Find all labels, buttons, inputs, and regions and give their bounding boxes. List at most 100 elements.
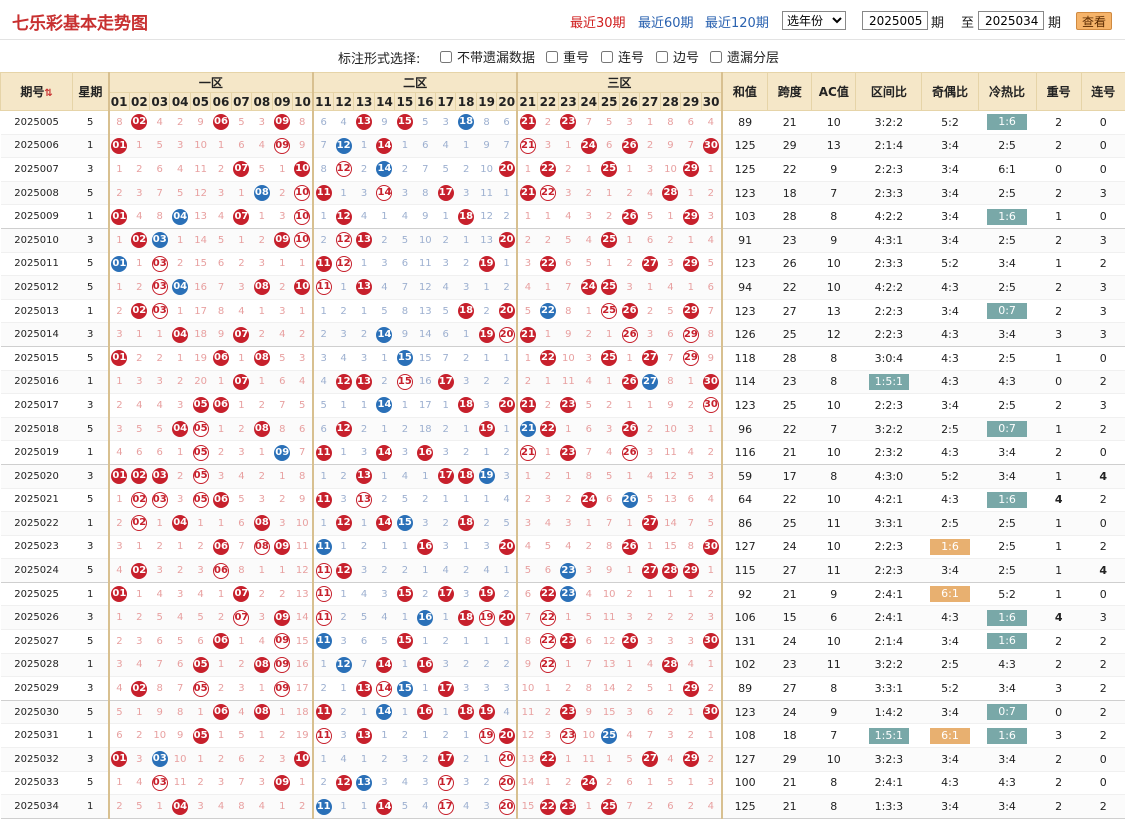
num-cell: 1 — [353, 700, 375, 725]
option-no-omission-checkbox[interactable] — [440, 50, 452, 63]
num-cell: 1 — [353, 299, 375, 324]
num-cell: 20 — [496, 299, 518, 324]
drawn-ball: 02 — [131, 680, 148, 697]
num-cell: 2 — [701, 181, 722, 206]
option-omission-layer-checkbox[interactable] — [710, 50, 722, 63]
drawn-ball: 22 — [539, 633, 556, 650]
num-cell: 3 — [107, 417, 130, 442]
num-cell: 6 — [210, 252, 232, 277]
num-cell: 4 — [149, 110, 170, 135]
drawn-ball: 15 — [396, 633, 413, 650]
consecutive-cell: 0 — [1081, 747, 1125, 772]
num-cell: 2 — [496, 275, 518, 300]
drawn-ball: 10 — [294, 279, 311, 296]
num-cell: 1 — [107, 275, 130, 300]
num-cell: 18 — [415, 417, 436, 442]
option-edge-checkbox[interactable] — [656, 50, 668, 63]
num-cell: 1 — [639, 582, 661, 607]
consecutive-cell: 2 — [1081, 794, 1125, 819]
num-cell: 3 — [455, 275, 477, 300]
num-cell: 05 — [190, 676, 211, 701]
drawn-ball: 26 — [621, 208, 638, 225]
odd-even-cell: 5:2 — [921, 676, 979, 701]
num-cell: 5 — [311, 393, 334, 418]
option-no-omission[interactable]: 不带遗漏数据 — [440, 47, 535, 66]
drawn-ball: 26 — [621, 633, 638, 650]
drawn-ball: 01 — [111, 586, 128, 603]
num-cell: 4 — [129, 653, 150, 678]
num-cell: 06 — [210, 629, 232, 654]
sum-cell: 127 — [720, 747, 768, 772]
num-cell: 4 — [169, 157, 191, 182]
num-cell: 1 — [558, 134, 579, 159]
zone-ratio-tag: 1:5:1 — [868, 727, 909, 744]
num-cell: 2 — [107, 393, 130, 418]
week-cell: 5 — [72, 252, 109, 277]
issue-from-input[interactable] — [862, 11, 928, 30]
odd-even-cell: 4:3 — [921, 771, 979, 796]
repeat-cell: 3 — [1036, 676, 1082, 701]
recent-120-link[interactable]: 最近120期 — [705, 12, 769, 31]
option-consecutive[interactable]: 连号 — [601, 47, 644, 66]
num-cell: 26 — [619, 629, 640, 654]
drawn-ball: 08 — [253, 421, 270, 438]
drawn-ball: 23 — [560, 704, 577, 721]
drawn-ball: 23 — [560, 397, 577, 414]
num-cell: 3 — [169, 134, 191, 159]
recent-30-link[interactable]: 最近30期 — [570, 12, 626, 31]
drawn-ball: 24 — [580, 774, 597, 791]
col-issue-header[interactable]: 期号⇅ — [0, 72, 74, 111]
issue-cell: 2025027 — [0, 629, 73, 654]
odd-even-cell: 3:4 — [921, 157, 979, 182]
num-cell: 12 — [333, 653, 354, 678]
num-cell: 11 — [578, 747, 599, 772]
num-cell: 1 — [680, 228, 702, 253]
num-cell: 10 — [476, 157, 497, 182]
num-cell: 9 — [598, 558, 620, 583]
zone-ratio-cell: 4:2:2 — [855, 204, 922, 229]
num-cell: 14 — [374, 700, 395, 725]
num-cell: 18 — [455, 511, 477, 536]
num-cell: 4 — [578, 582, 599, 607]
option-edge[interactable]: 边号 — [656, 47, 699, 66]
num-cell: 1 — [701, 558, 722, 583]
num-cell: 4 — [476, 558, 497, 583]
issue-cell: 2025005 — [0, 110, 73, 135]
num-cell: 15 — [660, 535, 681, 560]
num-cell: 1 — [333, 181, 354, 206]
drawn-ball: 18 — [458, 704, 475, 721]
num-cell: 1 — [578, 794, 599, 819]
consecutive-cell: 0 — [1081, 157, 1125, 182]
num-cell: 3 — [701, 771, 722, 796]
num-cell: 6 — [578, 629, 599, 654]
num-cell: 24 — [578, 134, 599, 159]
year-select[interactable]: 选年份 — [782, 11, 846, 30]
odd-even-cell: 3:4 — [921, 204, 979, 229]
hot-cold-tag: 1:6 — [987, 208, 1028, 225]
num-cell: 1 — [251, 558, 273, 583]
num-cell: 3 — [231, 676, 252, 701]
recent-60-link[interactable]: 最近60期 — [638, 12, 694, 31]
num-cell: 02 — [129, 558, 150, 583]
issue-to-input[interactable] — [978, 11, 1044, 30]
view-button[interactable]: 查看 — [1076, 12, 1112, 30]
drawn-ball: 05 — [192, 421, 209, 438]
num-cell: 08 — [251, 417, 273, 442]
num-cell: 21 — [516, 440, 538, 465]
num-cell: 3 — [476, 535, 497, 560]
num-cell: 06 — [210, 535, 232, 560]
num-cell: 1 — [496, 558, 518, 583]
option-repeat[interactable]: 重号 — [546, 47, 589, 66]
zone-ratio-cell: 2:2:3 — [855, 299, 922, 324]
span-cell: 23 — [767, 653, 812, 678]
drawn-ball: 27 — [642, 562, 659, 579]
num-cell: 22 — [537, 605, 559, 631]
option-repeat-checkbox[interactable] — [546, 50, 558, 63]
ac-cell: 10 — [811, 275, 856, 300]
option-omission-layer[interactable]: 遗漏分层 — [710, 47, 779, 66]
option-consecutive-checkbox[interactable] — [601, 50, 613, 63]
sort-arrows-icon[interactable]: ⇅ — [44, 88, 52, 99]
num-cell: 9 — [415, 204, 436, 229]
drawn-ball: 09 — [274, 114, 291, 131]
num-cell: 20 — [496, 393, 518, 418]
